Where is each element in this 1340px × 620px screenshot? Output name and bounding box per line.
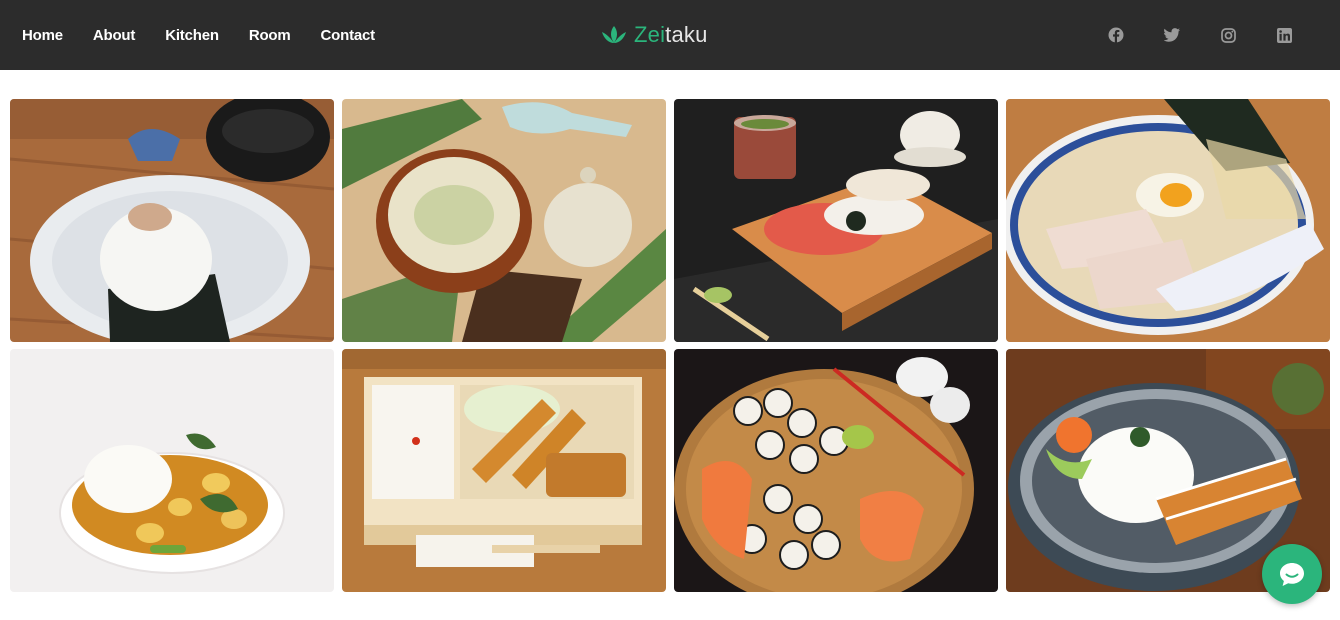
- facebook-link[interactable]: [1108, 27, 1124, 43]
- curry-rice-photo: [10, 349, 334, 592]
- brand-name-rest: taku: [665, 22, 708, 47]
- social-links: [1108, 0, 1292, 70]
- navbar: Home About Kitchen Room Contact Zeitaku: [0, 0, 1340, 70]
- food-gallery: [10, 99, 1330, 592]
- gallery-image-onigiri[interactable]: [10, 99, 334, 342]
- nav-link-kitchen[interactable]: Kitchen: [165, 27, 219, 44]
- onigiri-photo: [10, 99, 334, 342]
- instagram-icon: [1220, 27, 1236, 43]
- gallery-image-ramen[interactable]: [1006, 99, 1330, 342]
- brand-name: Zeitaku: [634, 22, 708, 48]
- linkedin-icon: [1276, 27, 1292, 43]
- linkedin-link[interactable]: [1276, 27, 1292, 43]
- twitter-icon: [1164, 28, 1180, 42]
- instagram-link[interactable]: [1220, 27, 1236, 43]
- gallery-image-curry-rice[interactable]: [10, 349, 334, 592]
- gallery-image-bento-box[interactable]: [342, 349, 666, 592]
- bento-box-photo: [342, 349, 666, 592]
- chat-bubble-icon: [1280, 563, 1304, 586]
- gallery-image-sushi-platter[interactable]: [674, 99, 998, 342]
- twitter-link[interactable]: [1164, 27, 1180, 43]
- nav-link-contact[interactable]: Contact: [321, 27, 376, 44]
- sushi-platter-photo: [674, 99, 998, 342]
- miso-soup-photo: [342, 99, 666, 342]
- main-nav: Home About Kitchen Room Contact: [22, 0, 375, 70]
- facebook-icon: [1108, 27, 1124, 43]
- chat-button[interactable]: [1262, 544, 1322, 604]
- lotus-icon: [602, 26, 626, 43]
- brand-logo[interactable]: Zeitaku: [600, 20, 708, 50]
- brand-name-accent: Zei: [634, 22, 666, 47]
- sushi-rolls-photo: [674, 349, 998, 592]
- nav-link-about[interactable]: About: [93, 27, 136, 44]
- gallery-image-sushi-rolls[interactable]: [674, 349, 998, 592]
- nav-link-home[interactable]: Home: [22, 27, 63, 44]
- gallery-image-miso-soup[interactable]: [342, 99, 666, 342]
- nav-link-room[interactable]: Room: [249, 27, 291, 44]
- ramen-photo: [1006, 99, 1330, 342]
